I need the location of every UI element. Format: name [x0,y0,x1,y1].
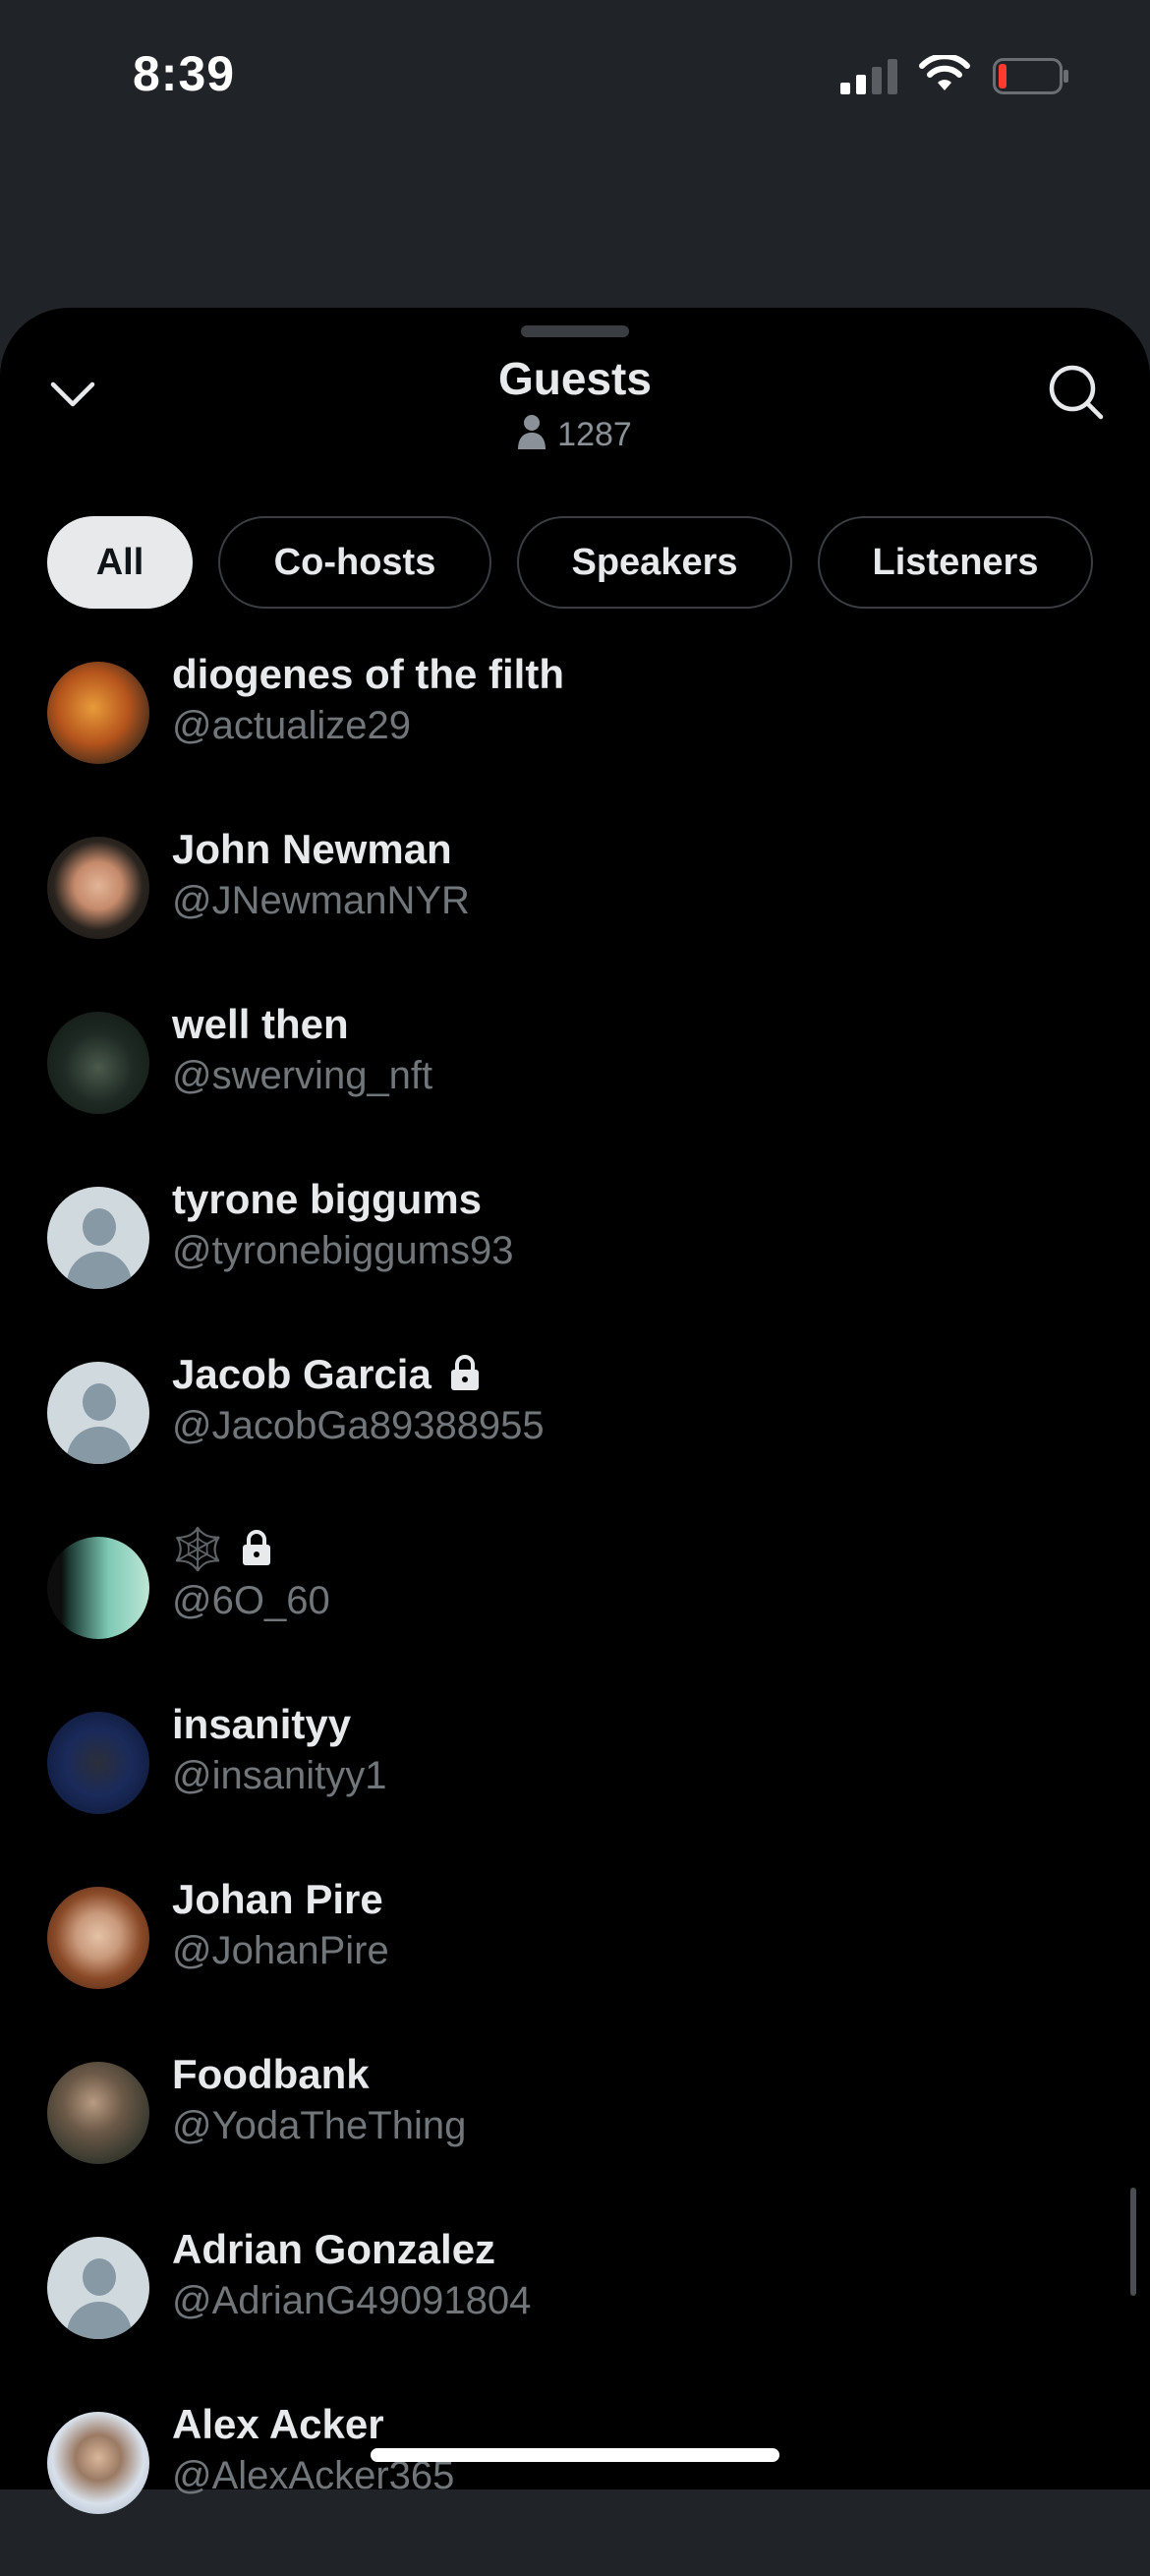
guest-handle: @tyronebiggums93 [172,1229,514,1272]
lock-icon [450,1355,479,1390]
list-item[interactable]: well then @swerving_nft [0,1001,1150,1176]
person-icon [518,415,546,449]
guest-name-row: 🕸️ [172,1526,274,1574]
lock-icon [243,1530,271,1565]
guest-name: Jacob Garcia [172,1351,431,1397]
sheet-title: Guests [498,353,652,404]
guest-handle: @swerving_nft [172,1054,433,1097]
background-app-header [0,147,1150,405]
list-item[interactable]: insanityy @insanityy1 [0,1701,1150,1876]
list-item[interactable]: Jacob Garcia @JacobGa89388955 [0,1351,1150,1526]
guest-name: 🕸️ [172,1526,224,1572]
list-item[interactable]: Foodbank @YodaTheThing [0,2051,1150,2226]
guest-handle: @JohanPire [172,1929,389,1972]
guest-handle: @actualize29 [172,704,411,747]
default-avatar [47,1187,149,1289]
avatar [47,1012,149,1114]
guest-name: Alex Acker [172,2401,384,2447]
status-bar: 8:39 [0,0,1150,147]
avatar [47,2412,149,2514]
guest-filter-tabs: All Co-hosts Speakers Listeners [47,516,1093,613]
tab-all[interactable]: All [47,516,193,609]
guest-name: Johan Pire [172,1876,383,1922]
guest-name-row: Jacob Garcia [172,1351,483,1398]
default-avatar [47,2237,149,2339]
avatar [47,837,149,939]
status-time: 8:39 [133,46,236,101]
list-item[interactable]: 🕸️ @6O_60 [0,1526,1150,1701]
tab-co-hosts[interactable]: Co-hosts [218,516,491,609]
listener-count: 1287 [0,414,1150,454]
guest-handle: @insanityy1 [172,1754,387,1797]
avatar [47,1712,149,1814]
avatar [47,662,149,764]
cellular-signal-icon [840,59,897,94]
guest-name: John Newman [172,826,452,872]
listener-count-value: 1287 [557,416,632,453]
tab-speakers[interactable]: Speakers [517,516,792,609]
guest-name: insanityy [172,1701,352,1747]
list-item[interactable]: tyrone biggums @tyronebiggums93 [0,1176,1150,1351]
scrollbar[interactable] [1130,2188,1136,2296]
sheet-grabber[interactable] [521,325,629,337]
guest-handle: @YodaTheThing [172,2104,467,2147]
list-item[interactable]: Alex Acker @AlexAcker365 [0,2401,1150,2576]
guest-handle: @6O_60 [172,1579,330,1622]
list-item[interactable]: diogenes of the filth @actualize29 [0,651,1150,826]
guest-handle: @JNewmanNYR [172,879,470,922]
guest-name: tyrone biggums [172,1176,483,1222]
guest-name: Adrian Gonzalez [172,2226,496,2272]
guest-handle: @JacobGa89388955 [172,1404,545,1447]
avatar [47,2062,149,2164]
battery-icon [993,58,1068,94]
guest-handle: @AdrianG49091804 [172,2279,532,2322]
search-icon[interactable] [1047,363,1106,422]
wifi-icon [919,55,970,90]
avatar [47,1887,149,1989]
list-item[interactable]: Johan Pire @JohanPire [0,1876,1150,2051]
tab-listeners[interactable]: Listeners [818,516,1093,609]
list-item[interactable]: John Newman @JNewmanNYR [0,826,1150,1001]
list-item[interactable]: Adrian Gonzalez @AdrianG49091804 [0,2226,1150,2401]
default-avatar [47,1362,149,1464]
guest-name: well then [172,1001,349,1047]
guests-sheet: Guests 1287 All Co-hosts Speakers Listen… [0,308,1150,2514]
avatar [47,1537,149,1639]
guest-name: diogenes of the filth [172,651,564,697]
guest-name: Foodbank [172,2051,370,2097]
home-indicator[interactable] [371,2448,779,2462]
